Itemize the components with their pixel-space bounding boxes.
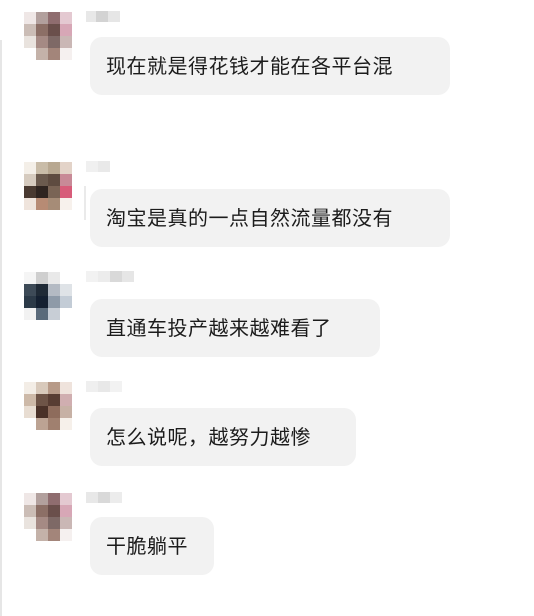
avatar-pixel	[36, 296, 48, 308]
blurred-username	[86, 492, 122, 503]
avatar-pixel	[24, 48, 36, 60]
avatar-pixel	[36, 36, 48, 48]
message-bubble[interactable]: 直通车投产越来越难看了	[90, 299, 380, 357]
avatar-pixel	[48, 198, 60, 210]
avatar-pixel	[60, 493, 72, 505]
avatar-pixel	[48, 272, 60, 284]
avatar-pixel	[48, 505, 60, 517]
avatar-pixel	[48, 406, 60, 418]
avatar-pixel	[48, 174, 60, 186]
avatar-pixel	[36, 272, 48, 284]
avatar-pixel	[36, 48, 48, 60]
avatar-pixel	[36, 12, 48, 24]
user-avatar-icon[interactable]	[24, 382, 72, 430]
divider	[84, 186, 86, 220]
avatar-pixel	[60, 186, 72, 198]
avatar-pixel	[48, 418, 60, 430]
avatar-pixel	[60, 517, 72, 529]
avatar-pixel	[24, 529, 36, 541]
avatar-pixel	[24, 198, 36, 210]
scroll-edge	[0, 40, 2, 616]
avatar-pixel	[24, 272, 36, 284]
avatar-pixel	[60, 382, 72, 394]
avatar-pixel	[48, 296, 60, 308]
avatar-pixel	[24, 186, 36, 198]
chat-thread: 现在就是得花钱才能在各平台混 淘宝是真的一点自然流量都没有 直通车投产越来越难看…	[0, 0, 534, 616]
avatar-pixel	[36, 308, 48, 320]
blurred-username	[86, 271, 134, 282]
message-bubble[interactable]: 干脆躺平	[90, 517, 214, 575]
avatar-pixel	[48, 529, 60, 541]
avatar-pixel	[60, 529, 72, 541]
avatar-pixel	[36, 493, 48, 505]
blurred-username	[86, 11, 120, 22]
avatar-pixel	[60, 36, 72, 48]
avatar-pixel	[36, 24, 48, 36]
avatar-pixel	[36, 198, 48, 210]
avatar-pixel	[48, 48, 60, 60]
avatar-pixel	[24, 296, 36, 308]
avatar-pixel	[48, 186, 60, 198]
avatar-pixel	[48, 382, 60, 394]
avatar-pixel	[36, 162, 48, 174]
avatar-pixel	[24, 505, 36, 517]
avatar-pixel	[36, 284, 48, 296]
avatar-pixel	[48, 12, 60, 24]
avatar-pixel	[24, 418, 36, 430]
avatar-pixel	[60, 272, 72, 284]
avatar-pixel	[24, 284, 36, 296]
avatar-pixel	[24, 493, 36, 505]
avatar-pixel	[36, 517, 48, 529]
avatar-pixel	[60, 418, 72, 430]
avatar-pixel	[24, 174, 36, 186]
avatar-pixel	[48, 517, 60, 529]
avatar-pixel	[24, 36, 36, 48]
avatar-pixel	[24, 517, 36, 529]
avatar-pixel	[36, 418, 48, 430]
user-avatar-icon[interactable]	[24, 272, 72, 320]
avatar-pixel	[36, 382, 48, 394]
avatar-pixel	[36, 394, 48, 406]
avatar-pixel	[60, 162, 72, 174]
avatar-pixel	[36, 505, 48, 517]
avatar-pixel	[48, 493, 60, 505]
avatar-pixel	[48, 24, 60, 36]
avatar-pixel	[60, 24, 72, 36]
avatar-pixel	[36, 186, 48, 198]
avatar-pixel	[36, 529, 48, 541]
avatar-pixel	[48, 308, 60, 320]
avatar-pixel	[60, 406, 72, 418]
avatar-pixel	[60, 198, 72, 210]
avatar-pixel	[48, 36, 60, 48]
avatar-pixel	[60, 308, 72, 320]
avatar-pixel	[60, 12, 72, 24]
user-avatar-icon[interactable]	[24, 12, 72, 60]
avatar-pixel	[24, 308, 36, 320]
avatar-pixel	[60, 174, 72, 186]
avatar-pixel	[48, 284, 60, 296]
message-bubble[interactable]: 淘宝是真的一点自然流量都没有	[90, 189, 450, 247]
avatar-pixel	[36, 174, 48, 186]
message-bubble[interactable]: 怎么说呢，越努力越惨	[90, 408, 356, 466]
avatar-pixel	[24, 394, 36, 406]
avatar-pixel	[36, 406, 48, 418]
avatar-pixel	[48, 162, 60, 174]
blurred-username	[86, 161, 110, 172]
avatar-pixel	[48, 394, 60, 406]
avatar-pixel	[24, 24, 36, 36]
avatar-pixel	[60, 284, 72, 296]
avatar-pixel	[60, 296, 72, 308]
avatar-pixel	[60, 48, 72, 60]
avatar-pixel	[60, 505, 72, 517]
message-bubble[interactable]: 现在就是得花钱才能在各平台混	[90, 37, 450, 95]
avatar-pixel	[60, 394, 72, 406]
avatar-pixel	[24, 382, 36, 394]
avatar-pixel	[24, 162, 36, 174]
avatar-pixel	[24, 12, 36, 24]
user-avatar-icon[interactable]	[24, 493, 72, 541]
avatar-pixel	[24, 406, 36, 418]
blurred-username	[86, 381, 122, 392]
user-avatar-icon[interactable]	[24, 162, 72, 210]
